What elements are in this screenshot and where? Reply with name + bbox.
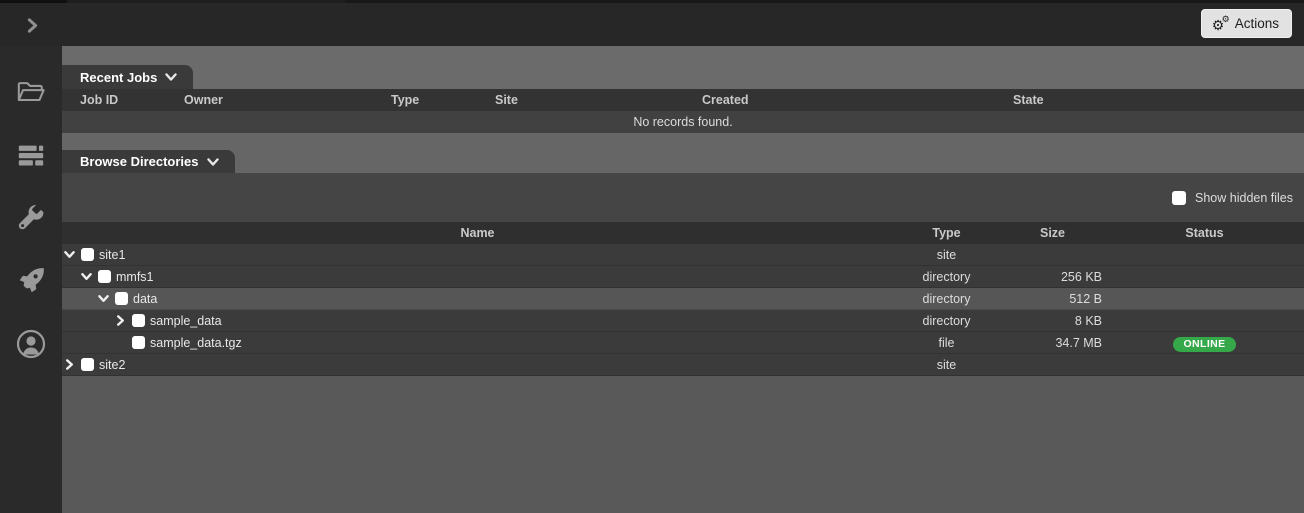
- chevron-right-icon[interactable]: [63, 358, 76, 371]
- tree-row[interactable]: site2 site: [62, 354, 1304, 376]
- chevron-down-icon: [206, 156, 219, 168]
- row-checkbox[interactable]: [98, 270, 111, 283]
- row-name-label: site2: [99, 357, 126, 372]
- sidebar-item-tools[interactable]: [14, 202, 48, 234]
- row-checkbox[interactable]: [81, 358, 94, 371]
- jobs-col-type: Type: [391, 93, 420, 107]
- chevron-down-icon: [165, 71, 178, 83]
- sidebar-item-jobs[interactable]: [14, 139, 48, 171]
- user-circle-icon: [15, 328, 47, 360]
- tree-col-status: Status: [1185, 226, 1224, 240]
- row-type: directory: [922, 291, 971, 306]
- sidebar-item-launch[interactable]: [14, 265, 48, 297]
- recent-jobs-section-toggle[interactable]: Recent Jobs: [62, 65, 194, 89]
- jobs-empty-message: No records found.: [62, 111, 1304, 133]
- app-window: ⚙ ⚙ Actions Recent Jobs Job ID Owner Typ…: [0, 0, 1304, 513]
- tree-rows: site1 site mmfs1 directory 256 KB data directo…: [62, 244, 1304, 376]
- wrench-icon: [15, 202, 47, 234]
- top-edge-strip: [0, 0, 1304, 3]
- tree-col-size: Size: [1039, 226, 1065, 240]
- row-type: file: [938, 335, 955, 350]
- row-name-label: sample_data.tgz: [150, 335, 242, 350]
- sidebar-expand-toggle[interactable]: [20, 13, 44, 37]
- tree-row[interactable]: site1 site: [62, 244, 1304, 266]
- actions-button[interactable]: ⚙ ⚙ Actions: [1200, 9, 1292, 38]
- sidebar-nav: [0, 46, 62, 513]
- row-type: site: [936, 357, 957, 372]
- row-name-label: sample_data: [150, 313, 222, 328]
- chevron-down-icon[interactable]: [80, 270, 93, 283]
- chevron-right-icon[interactable]: [114, 314, 127, 327]
- recent-jobs-title: Recent Jobs: [80, 69, 158, 85]
- sidebar-item-account[interactable]: [14, 328, 48, 360]
- browse-directories-section-toggle[interactable]: Browse Directories: [62, 150, 235, 173]
- row-size: 8 KB: [1074, 313, 1102, 328]
- rocket-icon: [15, 265, 47, 297]
- recent-jobs-table-header: Job ID Owner Type Site Created State: [62, 89, 1304, 111]
- row-size: 256 KB: [1060, 269, 1102, 284]
- tree-row[interactable]: sample_data.tgz file 34.7 MB ONLINE: [62, 332, 1304, 354]
- sidebar-item-browse[interactable]: [14, 76, 48, 108]
- tree-row[interactable]: data directory 512 B: [62, 288, 1304, 310]
- job-queue-icon: [15, 140, 47, 170]
- row-name-label: mmfs1: [116, 269, 154, 284]
- show-hidden-files-checkbox[interactable]: [1172, 190, 1187, 205]
- main-content: Recent Jobs Job ID Owner Type Site Creat…: [62, 46, 1304, 513]
- tree-row[interactable]: sample_data directory 8 KB: [62, 310, 1304, 332]
- jobs-col-state: State: [1013, 93, 1044, 107]
- row-name-label: site1: [99, 247, 126, 262]
- row-type: directory: [922, 269, 971, 284]
- status-badge-online: ONLINE: [1173, 336, 1236, 352]
- row-checkbox[interactable]: [115, 292, 128, 305]
- chevron-down-icon[interactable]: [63, 248, 76, 261]
- top-bar: ⚙ ⚙ Actions: [0, 0, 1304, 46]
- tree-row[interactable]: mmfs1 directory 256 KB: [62, 266, 1304, 288]
- jobs-col-jobid: Job ID: [80, 93, 119, 107]
- show-hidden-files-row: Show hidden files: [62, 173, 1304, 222]
- chevron-down-icon[interactable]: [97, 292, 110, 305]
- row-checkbox[interactable]: [81, 248, 94, 261]
- row-status: ONLINE: [1105, 334, 1304, 352]
- browse-directories-title: Browse Directories: [80, 154, 199, 169]
- show-hidden-files-label: Show hidden files: [1195, 190, 1293, 205]
- row-checkbox[interactable]: [132, 336, 145, 349]
- browse-directories-panel: Show hidden files Name Type Size Status …: [62, 173, 1304, 376]
- tree-table-header: Name Type Size Status: [62, 222, 1304, 244]
- row-checkbox[interactable]: [132, 314, 145, 327]
- row-type: directory: [922, 313, 971, 328]
- row-size: 34.7 MB: [1055, 335, 1102, 350]
- panel-background: [62, 376, 1304, 513]
- jobs-col-site: Site: [495, 93, 518, 107]
- tree-col-type: Type: [932, 226, 961, 240]
- tree-col-name: Name: [460, 226, 495, 240]
- chevron-right-icon: [25, 17, 40, 33]
- jobs-col-owner: Owner: [184, 93, 223, 107]
- cogs-icon: ⚙ ⚙: [1211, 13, 1230, 33]
- row-type: site: [936, 247, 957, 262]
- row-name-label: data: [133, 291, 158, 306]
- jobs-col-created: Created: [702, 93, 749, 107]
- row-size: 512 B: [1069, 291, 1102, 306]
- actions-button-label: Actions: [1234, 16, 1279, 31]
- folder-open-icon: [15, 77, 47, 107]
